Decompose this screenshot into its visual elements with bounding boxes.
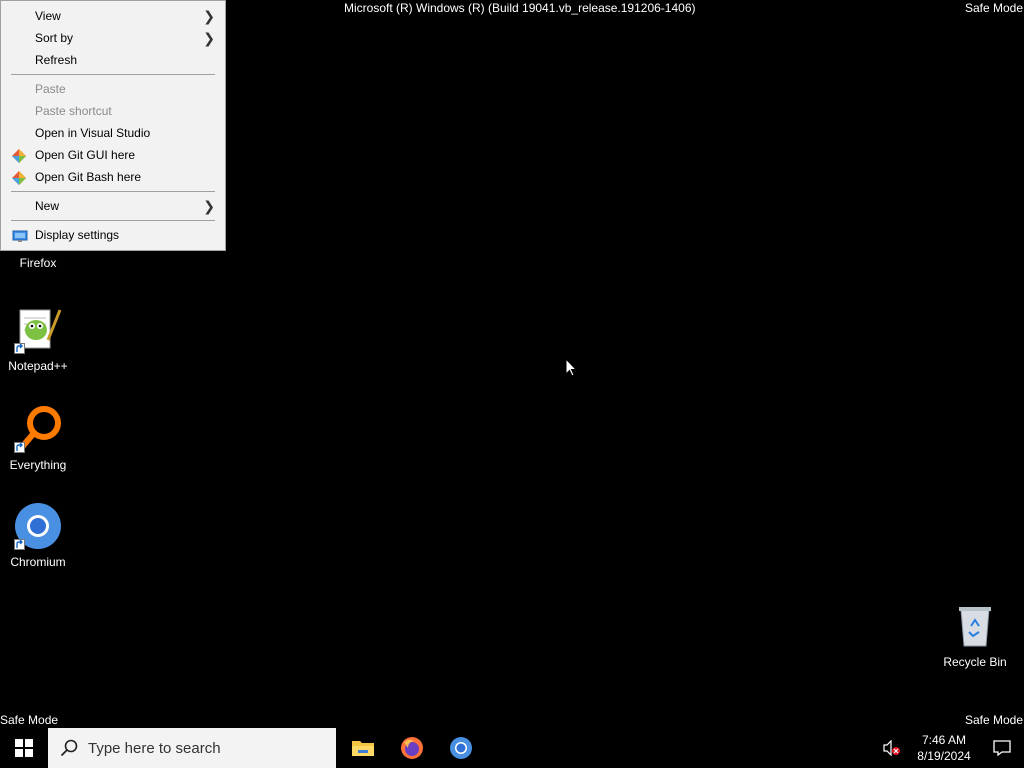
taskbar-file-explorer[interactable] bbox=[338, 728, 387, 768]
menu-separator bbox=[11, 74, 215, 75]
chevron-right-icon: ❯ bbox=[203, 30, 215, 46]
notification-center-icon[interactable] bbox=[980, 739, 1024, 757]
menu-item-new[interactable]: New ❯ bbox=[1, 195, 225, 217]
desktop-icon-notepadpp[interactable]: Notepad++ bbox=[0, 306, 76, 373]
taskbar-firefox[interactable] bbox=[387, 728, 436, 768]
safe-mode-label-bottom-right: Safe Mode bbox=[964, 713, 1023, 727]
taskbar-chromium[interactable] bbox=[436, 728, 485, 768]
folder-icon bbox=[351, 741, 374, 756]
menu-item-paste-shortcut[interactable]: Paste shortcut bbox=[1, 100, 225, 122]
menu-item-label: Refresh bbox=[35, 53, 78, 67]
desktop-icon-recycle-bin[interactable]: Recycle Bin bbox=[937, 602, 1013, 669]
taskbar-pinned-apps bbox=[338, 728, 485, 768]
chevron-right-icon: ❯ bbox=[203, 8, 215, 24]
menu-item-refresh[interactable]: Refresh bbox=[1, 49, 225, 71]
menu-item-label: View bbox=[35, 9, 61, 23]
git-icon bbox=[12, 170, 26, 185]
clock-date: 8/19/2024 bbox=[917, 749, 971, 763]
menu-item-label: Open in Visual Studio bbox=[35, 126, 151, 140]
menu-item-label: Paste bbox=[35, 82, 66, 96]
display-icon bbox=[12, 228, 28, 242]
chevron-right-icon: ❯ bbox=[203, 198, 215, 214]
menu-item-display-settings[interactable]: Display settings bbox=[1, 224, 225, 246]
desktop-icon-label: Chromium bbox=[10, 555, 66, 569]
build-watermark: Microsoft (R) Windows (R) (Build 19041.v… bbox=[344, 1, 696, 15]
menu-item-label: Open Git GUI here bbox=[35, 148, 136, 162]
desktop-icon-everything[interactable]: Everything bbox=[0, 405, 76, 472]
taskbar: Type here to search 7:46 AM 8/19/2024 bbox=[0, 728, 1024, 768]
system-tray: 7:46 AM 8/19/2024 bbox=[880, 728, 1024, 768]
start-button[interactable] bbox=[0, 728, 48, 768]
menu-item-label: Open Git Bash here bbox=[35, 170, 142, 184]
everything-icon bbox=[14, 405, 62, 453]
desktop-icon-chromium[interactable]: Chromium bbox=[0, 502, 76, 569]
taskbar-search-box[interactable]: Type here to search bbox=[48, 728, 336, 768]
menu-item-paste[interactable]: Paste bbox=[1, 78, 225, 100]
recycle-bin-icon bbox=[951, 602, 999, 650]
taskbar-clock[interactable]: 7:46 AM 8/19/2024 bbox=[908, 732, 980, 764]
search-icon bbox=[60, 739, 78, 757]
menu-item-open-git-gui[interactable]: Open Git GUI here bbox=[1, 144, 225, 166]
menu-item-view[interactable]: View ❯ bbox=[1, 5, 225, 27]
desktop-icon-label: Firefox bbox=[19, 256, 57, 270]
windows-logo-icon bbox=[15, 739, 33, 757]
desktop-context-menu: View ❯ Sort by ❯ Refresh Paste Paste sho… bbox=[0, 0, 226, 251]
git-icon bbox=[12, 148, 26, 163]
notepadpp-icon bbox=[14, 306, 62, 354]
chromium-icon bbox=[14, 502, 62, 550]
desktop-icon-firefox[interactable]: Firefox bbox=[0, 256, 76, 270]
desktop-icon-label: Recycle Bin bbox=[943, 655, 1007, 669]
menu-item-label: Display settings bbox=[35, 228, 120, 242]
safe-mode-label-top-right: Safe Mode bbox=[964, 1, 1023, 15]
desktop-icon-label: Everything bbox=[9, 458, 67, 472]
shortcut-arrow-icon bbox=[14, 539, 25, 550]
menu-item-open-in-visual-studio[interactable]: Open in Visual Studio bbox=[1, 122, 225, 144]
menu-item-sort-by[interactable]: Sort by ❯ bbox=[1, 27, 225, 49]
menu-item-label: New bbox=[35, 199, 60, 213]
menu-item-label: Sort by bbox=[35, 31, 74, 45]
menu-item-label: Paste shortcut bbox=[35, 104, 112, 118]
shortcut-arrow-icon bbox=[14, 343, 25, 354]
mouse-cursor-icon bbox=[565, 357, 578, 383]
clock-time: 7:46 AM bbox=[921, 733, 967, 747]
firefox-icon bbox=[400, 737, 423, 759]
menu-item-open-git-bash[interactable]: Open Git Bash here bbox=[1, 166, 225, 188]
safe-mode-label-bottom-left: Safe Mode bbox=[0, 713, 59, 727]
menu-separator bbox=[11, 220, 215, 221]
search-placeholder: Type here to search bbox=[88, 739, 221, 757]
shortcut-arrow-icon bbox=[14, 442, 25, 453]
menu-separator bbox=[11, 191, 215, 192]
volume-muted-icon[interactable] bbox=[880, 740, 904, 756]
chromium-icon bbox=[449, 737, 472, 759]
desktop-icon-label: Notepad++ bbox=[8, 359, 68, 373]
